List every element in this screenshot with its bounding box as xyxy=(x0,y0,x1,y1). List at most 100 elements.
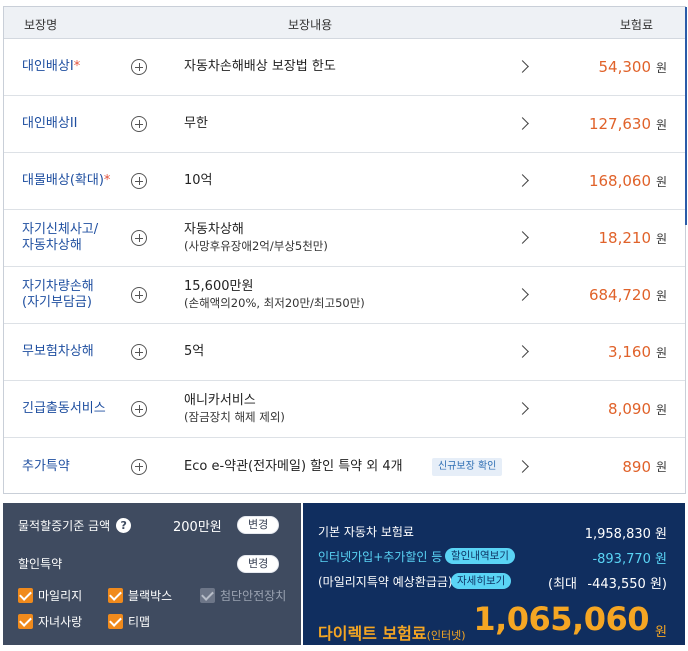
coverage-name[interactable]: 대인배상II xyxy=(22,96,132,152)
coverage-name[interactable]: 자기신체사고/ 자동차상해 xyxy=(22,210,132,266)
coverage-name-text: 대인배상II xyxy=(22,116,78,131)
coverage-content-sub: (사망후유장애2억/부상5천만) xyxy=(184,239,328,253)
won-unit: 원 xyxy=(655,460,667,474)
coverage-name[interactable]: 긴급출동서비스 xyxy=(22,381,132,437)
checkbox-checked-icon xyxy=(18,588,33,603)
header-coverage-name: 보장명 xyxy=(24,18,58,32)
expand-plus-icon[interactable] xyxy=(131,344,147,360)
coverage-content: 10억 xyxy=(184,153,213,209)
property-threshold-value: 200만원 xyxy=(173,520,222,535)
premium-amount: 3,160 xyxy=(608,343,651,361)
coverage-row[interactable]: 긴급출동서비스 애니카서비스 (잠금장치 해제 제외) 8,090 원 xyxy=(4,381,685,438)
premium-amount: 127,630 xyxy=(588,115,651,133)
coverage-row[interactable]: 자기신체사고/ 자동차상해 자동차상해 (사망후유장애2억/부상5천만) 18,210… xyxy=(4,210,685,267)
coverage-row[interactable]: 추가특약 Eco e-약관(전자메일) 할인 특약 외 4개 신규보장 확인 890 원 xyxy=(4,438,685,495)
coverage-name[interactable]: 자기차량손해 (자기부담금) xyxy=(22,267,132,323)
coverage-row[interactable]: 대인배상II 무한 127,630 원 xyxy=(4,96,685,153)
direct-premium-amount: 1,065,060 xyxy=(473,600,649,638)
chevron-right-icon[interactable] xyxy=(516,459,529,473)
premium-amount: 890 xyxy=(622,457,651,476)
expand-plus-icon[interactable] xyxy=(131,401,147,417)
premium-amount: 684,720 xyxy=(588,286,651,304)
coverage-content-main: 10억 xyxy=(184,173,213,188)
discount-rider-title: 할인특약 xyxy=(18,557,63,571)
expand-plus-icon[interactable] xyxy=(131,458,147,475)
chevron-right-icon[interactable] xyxy=(516,60,529,73)
expand-plus-icon[interactable] xyxy=(131,116,147,132)
expand-plus-icon[interactable] xyxy=(131,230,147,246)
won-unit: 원 xyxy=(655,174,667,189)
coverage-name[interactable]: 추가특약 xyxy=(22,438,132,495)
coverage-name-text: 대물배상(확대) xyxy=(22,173,104,188)
coverage-content: 5억 xyxy=(184,324,204,380)
premium-amount: 168,060 xyxy=(588,172,651,190)
expand-plus-icon[interactable] xyxy=(131,59,147,75)
won-unit: 원 xyxy=(655,231,667,246)
chevron-right-icon[interactable] xyxy=(516,288,529,301)
won-unit: 원 xyxy=(655,402,667,417)
coverage-row[interactable]: 무보험차상해 5억 3,160 원 xyxy=(4,324,685,381)
coverage-name-text: 무보험차상해 xyxy=(22,344,94,359)
coverage-content-main: 5억 xyxy=(184,344,205,359)
table-header: 보장명 보장내용 보험료 xyxy=(4,7,685,39)
coverage-content-sub: (손해액의20%, 최저20만/최고50만) xyxy=(184,296,365,310)
premium-summary-panel: 기본 자동차 보험료 1,958,830 원 인터넷가입+추가할인 등 할인내역… xyxy=(303,503,685,645)
coverage-table: 보장명 보장내용 보험료 대인배상I * 자동차손해배상 보장법 한도 54,300 원… xyxy=(3,6,687,495)
checkbox-checked-icon xyxy=(18,614,33,629)
checkbox-child-love[interactable]: 자녀사랑 xyxy=(18,613,82,630)
mileage-details-button[interactable]: 자세히보기 xyxy=(451,573,512,589)
chevron-right-icon[interactable] xyxy=(516,345,529,358)
coverage-name[interactable]: 대인배상I * xyxy=(22,39,132,95)
won-unit: 원 xyxy=(655,60,667,75)
coverage-row[interactable]: 대물배상(확대) * 10억 168,060 원 xyxy=(4,153,685,210)
direct-premium-label: 다이렉트 보험료(인터넷) xyxy=(318,620,466,644)
won-unit: 원 xyxy=(655,345,667,360)
premium-amount: 54,300 xyxy=(598,58,652,76)
discount-options-panel: 물적할증기준 금액 ? 200만원 변경 할인특약 변경 마일리지 블랙박스 첨… xyxy=(3,503,301,645)
expand-plus-icon[interactable] xyxy=(131,173,147,189)
won-unit: 원 xyxy=(655,117,667,132)
property-threshold-row: 물적할증기준 금액 ? xyxy=(18,517,132,534)
chevron-right-icon[interactable] xyxy=(516,117,529,130)
premium-amount: 18,210 xyxy=(598,229,652,247)
coverage-content-main: 애니카서비스 xyxy=(184,393,256,408)
coverage-content: Eco e-약관(전자메일) 할인 특약 외 4개 xyxy=(184,438,403,495)
coverage-row[interactable]: 자기차량손해 (자기부담금) 15,600만원 (손해액의20%, 최저20만/최고… xyxy=(4,267,685,324)
required-star: * xyxy=(103,173,111,188)
change-discount-button[interactable]: 변경 xyxy=(237,555,280,573)
coverage-name-text: 대인배상I xyxy=(22,59,74,74)
base-premium-label: 기본 자동차 보험료 xyxy=(318,525,414,539)
coverage-name-text: 긴급출동서비스 xyxy=(22,401,106,416)
chevron-right-icon[interactable] xyxy=(516,231,529,244)
chevron-right-icon[interactable] xyxy=(516,174,529,187)
checkbox-tmap[interactable]: 티맵 xyxy=(108,613,150,630)
coverage-content-main: Eco e-약관(전자메일) 할인 특약 외 4개 xyxy=(184,458,403,474)
direct-premium-label-sub: (인터넷) xyxy=(426,629,466,642)
checkbox-advanced-safety: 첨단안전장치 xyxy=(200,587,286,604)
discount-details-button[interactable]: 할인내역보기 xyxy=(445,548,515,564)
required-star: * xyxy=(73,59,81,74)
checkbox-label: 티맵 xyxy=(128,615,151,629)
checkbox-checked-icon xyxy=(200,588,215,603)
mileage-max-prefix: (최대 xyxy=(548,577,577,592)
coverage-content: 자동차손해배상 보장법 한도 xyxy=(184,39,336,95)
new-coverage-badge[interactable]: 신규보장 확인 xyxy=(432,457,503,476)
coverage-content-main: 자동차상해 xyxy=(184,222,244,237)
change-property-button[interactable]: 변경 xyxy=(237,516,280,534)
help-icon[interactable]: ? xyxy=(116,518,132,533)
checkbox-blackbox[interactable]: 블랙박스 xyxy=(108,587,172,604)
chevron-right-icon[interactable] xyxy=(516,402,529,415)
coverage-content: 무한 xyxy=(184,96,208,152)
coverage-content-sub: (잠금장치 해제 제외) xyxy=(184,410,285,424)
coverage-content: 15,600만원 (손해액의20%, 최저20만/최고50만) xyxy=(184,267,365,323)
expand-plus-icon[interactable] xyxy=(131,287,147,303)
coverage-name[interactable]: 대물배상(확대) * xyxy=(22,153,132,209)
property-threshold-label: 물적할증기준 금액 xyxy=(18,519,111,533)
checkbox-mileage[interactable]: 마일리지 xyxy=(18,587,82,604)
coverage-name-text: 추가특약 xyxy=(22,458,70,474)
checkbox-checked-icon xyxy=(108,588,123,603)
checkbox-label: 블랙박스 xyxy=(128,589,173,603)
header-premium: 보험료 xyxy=(619,18,653,32)
coverage-name[interactable]: 무보험차상해 xyxy=(22,324,132,380)
coverage-row[interactable]: 대인배상I * 자동차손해배상 보장법 한도 54,300 원 xyxy=(4,39,685,96)
